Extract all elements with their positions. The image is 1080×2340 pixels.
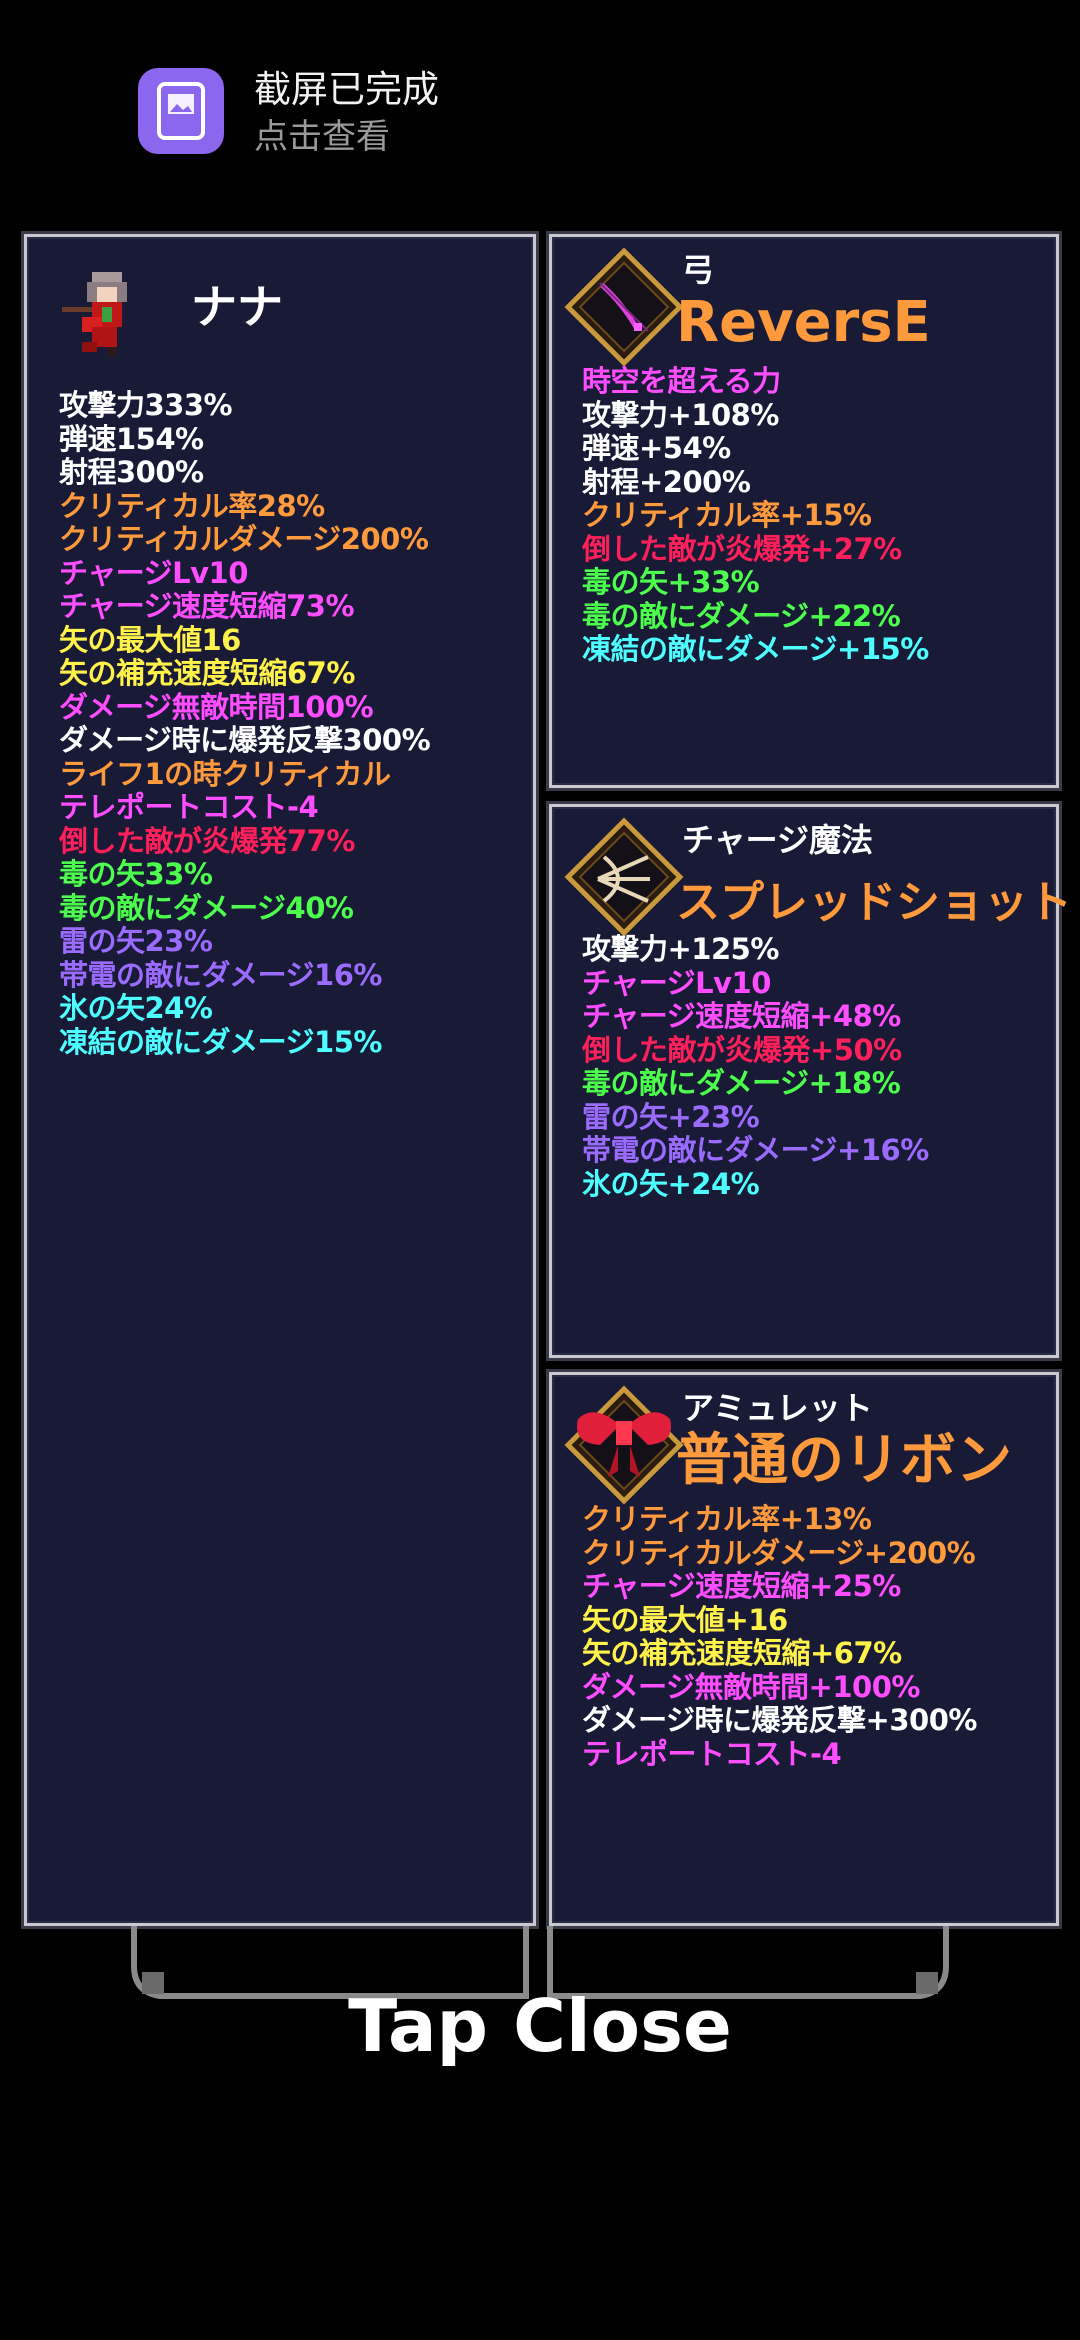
stat-line: 矢の補充速度短縮+67% bbox=[582, 1636, 902, 1670]
spread-arrow-icon bbox=[564, 817, 684, 937]
notification-subtitle: 点击查看 bbox=[254, 117, 390, 157]
stat-line: ダメージ時に爆発反撃+300% bbox=[582, 1703, 977, 1737]
character-name: ナナ bbox=[191, 280, 283, 334]
stat-line: 氷の矢24% bbox=[59, 991, 213, 1025]
charge-magic-name: スプレッドショット bbox=[676, 877, 1072, 928]
weapon-name: ReversE bbox=[676, 290, 931, 355]
stat-line: 攻撃力333% bbox=[59, 388, 233, 422]
stat-line: チャージLv10 bbox=[59, 555, 248, 590]
stat-line: 射程300% bbox=[59, 455, 204, 489]
stat-line: 毒の敵にダメージ+18% bbox=[582, 1066, 901, 1100]
stat-line: チャージ速度短縮+48% bbox=[582, 999, 901, 1033]
stat-line: クリティカルダメージ200% bbox=[59, 522, 429, 556]
stat-line: 攻撃力+108% bbox=[582, 397, 779, 432]
charge-magic-stats-list: 攻撃力+125% チャージLv10 チャージ速度短縮+48% 倒した敵が炎爆発+50%… bbox=[582, 932, 929, 1201]
stat-line: 帯電の敵にダメージ+16% bbox=[582, 1133, 929, 1167]
stat-line: ダメージ無敵時間100% bbox=[59, 689, 374, 724]
stat-line: 氷の矢+24% bbox=[582, 1166, 760, 1201]
stat-line: 毒の敵にダメージ40% bbox=[59, 890, 354, 925]
stat-line: 攻撃力+125% bbox=[582, 932, 779, 966]
stat-line: 倒した敵が炎爆発77% bbox=[59, 823, 355, 858]
stat-line: 毒の敵にダメージ+22% bbox=[582, 598, 901, 633]
screenshot-icon bbox=[138, 68, 224, 154]
amulet-stats-list: クリティカル率+13% クリティカルダメージ+200% チャージ速度短縮+25% 矢の… bbox=[582, 1502, 977, 1771]
stat-line: ダメージ時に爆発反撃300% bbox=[59, 723, 431, 757]
amulet-panel[interactable]: アミュレット 普通のリボン クリティカル率+13% クリティカルダメージ+200%… bbox=[549, 1372, 1059, 1926]
tap-close-button[interactable]: Tap Close bbox=[0, 1984, 1080, 2068]
stat-line: 帯電の敵にダメージ16% bbox=[59, 957, 382, 992]
stat-line: 雷の矢+23% bbox=[582, 1099, 760, 1134]
stat-line: 矢の最大値16 bbox=[59, 622, 241, 657]
screen: 截屏已完成 点击查看 ナナ 攻撃力333% 弾速154% 射程300% クリティカル率… bbox=[0, 0, 1080, 2340]
stat-line: 毒の矢+33% bbox=[582, 565, 760, 599]
stat-line: ダメージ無敵時間+100% bbox=[582, 1669, 920, 1704]
weapon-stats-list: 時空を超える力 攻撃力+108% 弾速+54% 射程+200% クリティカル率+15% 倒… bbox=[582, 364, 929, 667]
charge-magic-panel[interactable]: チャージ魔法 スプレッドショット 攻撃力+125% チャージLv10 チャージ速度短… bbox=[549, 804, 1072, 1358]
stat-line: 射程+200% bbox=[582, 464, 751, 499]
stat-line: 時空を超える力 bbox=[582, 364, 781, 398]
notification-title: 截屏已完成 bbox=[254, 68, 439, 111]
stat-line: テレポートコスト-4 bbox=[59, 790, 319, 824]
stat-line: 倒した敵が炎爆発+50% bbox=[582, 1032, 902, 1067]
amulet-type: アミュレット bbox=[682, 1389, 873, 1427]
stat-line: テレポートコスト-4 bbox=[582, 1736, 842, 1771]
weapon-panel[interactable]: 弓 ReversE 時空を超える力 攻撃力+108% 弾速+54% 射程+200% クリ… bbox=[549, 234, 1059, 788]
stat-line: 矢の最大値+16 bbox=[582, 1602, 788, 1637]
stat-line: チャージLv10 bbox=[582, 965, 771, 1000]
character-stats-list: 攻撃力333% 弾速154% 射程300% クリティカル率28% クリティカルダメージ2… bbox=[59, 388, 431, 1059]
stat-line: 雷の矢23% bbox=[59, 924, 213, 958]
screenshot-notification[interactable]: 截屏已完成 点击查看 bbox=[138, 68, 738, 157]
character-panel: ナナ 攻撃力333% 弾速154% 射程300% クリティカル率28% クリティカルダメ… bbox=[24, 234, 536, 1926]
stat-line: クリティカル率+15% bbox=[582, 498, 872, 532]
bow-icon bbox=[564, 247, 684, 367]
stat-line: チャージ速度短縮73% bbox=[59, 589, 355, 623]
amulet-name: 普通のリボン bbox=[676, 1428, 1012, 1493]
stat-line: クリティカル率28% bbox=[59, 488, 325, 523]
weapon-type: 弓 bbox=[682, 251, 715, 289]
stat-line: 毒の矢33% bbox=[59, 857, 213, 891]
stat-line: 倒した敵が炎爆発+27% bbox=[582, 531, 902, 566]
stat-line: 弾速154% bbox=[59, 421, 204, 456]
stat-line: 凍結の敵にダメージ15% bbox=[59, 1024, 382, 1059]
stat-line: クリティカルダメージ+200% bbox=[582, 1535, 976, 1570]
charge-magic-type: チャージ魔法 bbox=[682, 821, 874, 859]
stat-line: ライフ1の時クリティカル bbox=[59, 756, 391, 791]
stat-line: チャージ速度短縮+25% bbox=[582, 1569, 901, 1603]
stat-line: 弾速+54% bbox=[582, 431, 731, 465]
stat-line: クリティカル率+13% bbox=[582, 1502, 872, 1536]
stat-line: 矢の補充速度短縮67% bbox=[59, 656, 355, 690]
character-sprite-icon bbox=[62, 272, 127, 357]
stat-line: 凍結の敵にダメージ+15% bbox=[582, 632, 929, 666]
ribbon-icon bbox=[564, 1385, 684, 1505]
